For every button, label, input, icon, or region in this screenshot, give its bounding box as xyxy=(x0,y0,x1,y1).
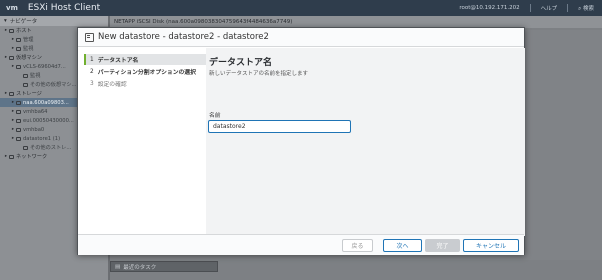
collapse-icon[interactable]: ▾ xyxy=(4,18,7,24)
nav-item-label: vmhba64 xyxy=(23,108,48,115)
tree-node-icon xyxy=(9,28,14,33)
datastore-name-input[interactable] xyxy=(208,120,351,133)
finish-button[interactable]: 完了 xyxy=(425,239,460,252)
step-number: 3 xyxy=(90,80,94,87)
tree-node-icon xyxy=(9,55,14,60)
wizard-icon xyxy=(84,32,94,42)
nav-item-label: 管理 xyxy=(23,37,34,43)
step-number: 2 xyxy=(90,68,94,75)
tree-node-icon xyxy=(16,109,21,114)
tree-node-icon xyxy=(16,64,21,69)
tree-node-icon xyxy=(16,136,21,141)
top-right-menu: root@10.192.171.202 ヘルプ ⌕ 検索 xyxy=(459,0,594,16)
content-header: データストア名 新しいデータストアの名前を指定します xyxy=(206,48,525,84)
name-field-label: 名前 xyxy=(209,113,221,119)
nav-item-label: naa.600a09803... xyxy=(23,99,69,106)
help-menu[interactable]: ヘルプ xyxy=(541,4,558,12)
recent-tasks-label: 最近のタスク xyxy=(123,264,157,271)
tree-node-icon xyxy=(9,91,14,96)
user-menu[interactable]: root@10.192.171.202 xyxy=(459,5,519,11)
nav-item-label: その他のストレ... xyxy=(30,145,72,151)
wizard-content: データストア名 新しいデータストアの名前を指定します 名前 xyxy=(206,48,525,236)
app-title: ESXi Host Client xyxy=(27,3,101,13)
nav-item-label: ホスト xyxy=(16,28,32,34)
dialog-titlebar: New datastore - datastore2 - datastore2 xyxy=(78,28,524,47)
dialog-title: New datastore - datastore2 - datastore2 xyxy=(98,32,269,42)
tree-node-icon xyxy=(23,73,28,78)
tree-node-icon xyxy=(16,118,21,123)
search-link[interactable]: ⌕ 検索 xyxy=(578,4,594,13)
nav-item-label: ネットワーク xyxy=(16,154,48,160)
tree-node-icon xyxy=(9,154,14,159)
step-number: 1 xyxy=(90,56,94,63)
content-title: データストア名 xyxy=(209,58,273,68)
vmware-logo: vm xyxy=(6,4,18,12)
back-button[interactable]: 戻る xyxy=(342,239,373,252)
navigator-header[interactable]: ▾ ナビゲータ xyxy=(0,16,108,26)
recent-tasks-bar[interactable]: ▤ 最近のタスク xyxy=(110,261,218,272)
nav-item-label: eui.00050430000... xyxy=(23,117,74,124)
nav-item-label: vmhba0 xyxy=(23,126,45,133)
new-datastore-dialog: New datastore - datastore2 - datastore2 … xyxy=(77,27,525,255)
nav-item-label: 監視 xyxy=(23,46,34,52)
top-bar: vm ESXi Host Client root@10.192.171.202 … xyxy=(0,0,602,16)
content-description: 新しいデータストアの名前を指定します xyxy=(209,71,309,77)
divider xyxy=(567,4,569,12)
tree-node-icon xyxy=(16,127,21,132)
navigator-title: ナビゲータ xyxy=(9,19,38,25)
dialog-footer: 戻る 次へ 完了 キャンセル xyxy=(78,234,524,255)
tree-node-icon xyxy=(16,100,21,105)
tasks-icon: ▤ xyxy=(115,263,121,270)
wizard-steps: 1 データストア名 2 パーティション分割オプションの選択 3 設定の確認 xyxy=(84,54,206,234)
nav-item-label: datastore1 (1) xyxy=(23,135,61,142)
nav-item-label: その他の仮想マシ... xyxy=(30,82,77,88)
nav-item-label: 監視 xyxy=(30,73,41,79)
tree-node-icon xyxy=(16,37,21,42)
wizard-step-review[interactable]: 3 設定の確認 xyxy=(84,78,206,89)
cancel-button[interactable]: キャンセル xyxy=(463,239,519,252)
nav-item-label: ストレージ xyxy=(16,91,42,97)
step-label: データストア名 xyxy=(97,58,139,64)
wizard-step-datastore-name[interactable]: 1 データストア名 xyxy=(84,54,206,65)
next-button[interactable]: 次へ xyxy=(383,239,422,252)
search-icon: ⌕ xyxy=(578,5,582,12)
tree-node-icon xyxy=(23,82,28,87)
nav-item-label: 仮想マシン xyxy=(16,55,42,61)
step-label: パーティション分割オプションの選択 xyxy=(97,70,196,76)
tree-node-icon xyxy=(16,46,21,51)
search-label: 検索 xyxy=(582,5,594,12)
wizard-step-partition-options[interactable]: 2 パーティション分割オプションの選択 xyxy=(84,66,206,77)
nav-item-label: vCLS-69604d7... xyxy=(23,63,66,70)
divider xyxy=(529,4,531,12)
tree-node-icon xyxy=(23,145,28,150)
step-label: 設定の確認 xyxy=(97,82,127,88)
